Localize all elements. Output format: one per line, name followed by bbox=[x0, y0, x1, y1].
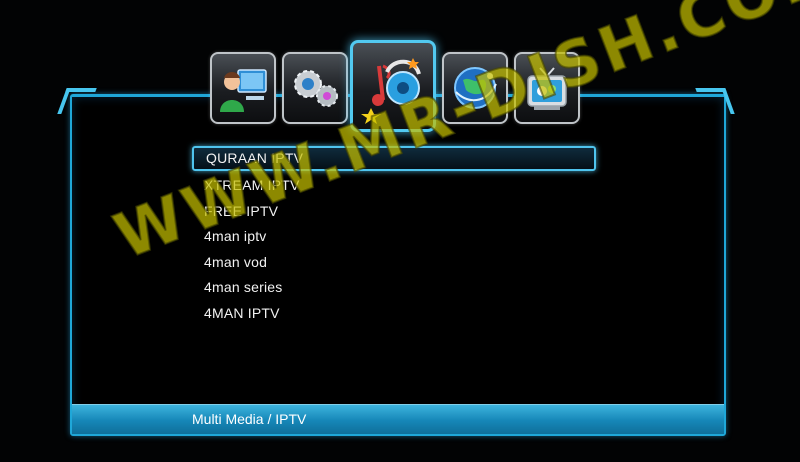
main-menu-bar bbox=[210, 40, 580, 132]
menu-item-tv[interactable] bbox=[514, 52, 580, 124]
tv-channels-icon bbox=[527, 67, 567, 110]
menu-item-settings[interactable] bbox=[282, 52, 348, 124]
system-setup-icon bbox=[220, 69, 267, 112]
settings-gears-icon bbox=[294, 70, 338, 107]
list-item-quraan-iptv[interactable]: QURAAN IPTV bbox=[192, 146, 596, 171]
list-item-4man-series[interactable]: 4man series bbox=[192, 275, 596, 301]
menu-item-multimedia[interactable] bbox=[350, 40, 436, 132]
network-globe-icon bbox=[454, 67, 497, 109]
list-item-free-iptv[interactable]: FREE IPTV bbox=[192, 199, 596, 225]
list-item-4man-vod[interactable]: 4man vod bbox=[192, 250, 596, 276]
list-item-xtream-iptv[interactable]: XTREAM IPTV bbox=[192, 173, 596, 199]
status-bar: Multi Media / IPTV bbox=[72, 404, 724, 434]
iptv-server-list: QURAAN IPTV XTREAM IPTV FREE IPTV 4man i… bbox=[192, 146, 596, 326]
list-item-4man-iptv-upper[interactable]: 4MAN IPTV bbox=[192, 301, 596, 327]
receiver-screen: QURAAN IPTV XTREAM IPTV FREE IPTV 4man i… bbox=[0, 0, 800, 462]
menu-item-system-setup[interactable] bbox=[210, 52, 276, 124]
multimedia-music-icon bbox=[361, 58, 421, 124]
list-item-4man-iptv[interactable]: 4man iptv bbox=[192, 224, 596, 250]
menu-item-network[interactable] bbox=[442, 52, 508, 124]
breadcrumb: Multi Media / IPTV bbox=[192, 411, 307, 427]
